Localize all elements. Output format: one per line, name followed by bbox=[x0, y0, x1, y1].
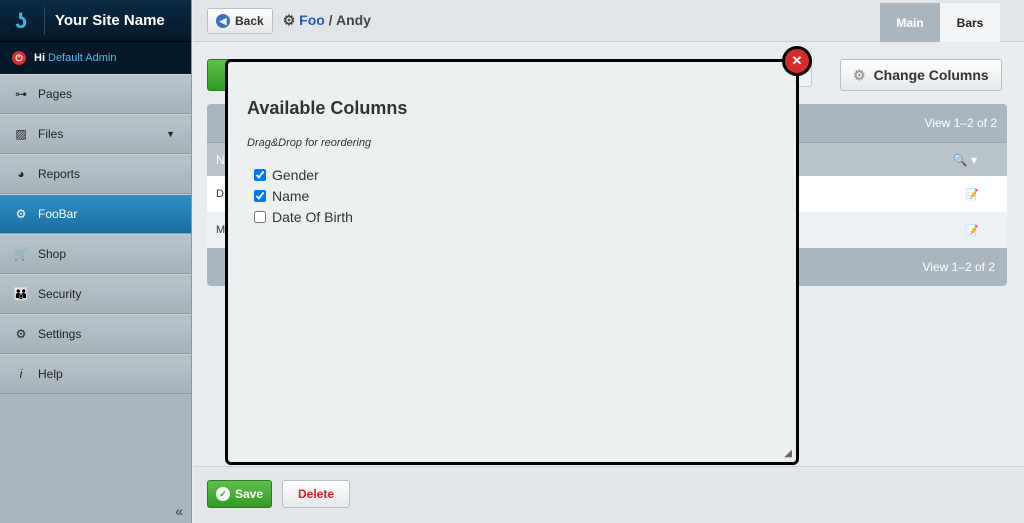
top-bar: ◀ Back ⚙ Foo / Andy Main Bars bbox=[193, 0, 1024, 42]
info-icon: i bbox=[19, 367, 23, 381]
logo-icon: ʖ bbox=[14, 7, 28, 33]
user-bar: ⏻ Hi Default Admin bbox=[0, 42, 191, 74]
gear-icon: ⚙ bbox=[15, 327, 27, 341]
column-header[interactable]: N bbox=[216, 153, 225, 167]
sidebar-item-reports[interactable]: ◕ Reports bbox=[0, 154, 191, 194]
delete-button[interactable]: Delete bbox=[282, 480, 350, 508]
edit-icon[interactable]: 📝 bbox=[965, 188, 979, 201]
user-name-link[interactable]: Default Admin bbox=[48, 52, 116, 64]
name-checkbox[interactable] bbox=[254, 190, 266, 202]
breadcrumb-foo[interactable]: Foo bbox=[299, 12, 325, 28]
view-count-bottom: View 1–2 of 2 bbox=[922, 260, 996, 274]
save-button[interactable]: ✓ Save bbox=[207, 480, 273, 508]
modal-hint: Drag&Drop for reordering bbox=[247, 137, 372, 149]
chevron-down-icon: ▼ bbox=[166, 129, 175, 139]
sidebar-item-pages[interactable]: ⊶ Pages bbox=[0, 74, 191, 114]
close-modal-button[interactable]: ✕ bbox=[782, 46, 812, 76]
sidebar-item-security[interactable]: 👪 Security bbox=[0, 274, 191, 314]
sidebar-item-foobar[interactable]: ⚙ FooBar bbox=[0, 194, 191, 234]
column-option-date-of-birth[interactable]: Date Of Birth bbox=[254, 209, 777, 225]
pie-chart-icon: ◕ bbox=[17, 167, 25, 181]
cart-icon: 🛒 bbox=[13, 247, 29, 261]
tab-main[interactable]: Main bbox=[880, 3, 940, 42]
brand[interactable]: ʖ Your Site Name bbox=[0, 0, 191, 42]
users-icon: 👪 bbox=[13, 287, 29, 301]
sidebar-item-shop[interactable]: 🛒 Shop bbox=[0, 234, 191, 274]
search-icon[interactable]: 🔍 ▾ bbox=[953, 153, 977, 167]
tab-bars[interactable]: Bars bbox=[940, 3, 1000, 42]
sidebar: ʖ Your Site Name ⏻ Hi Default Admin ⊶ Pag… bbox=[0, 0, 192, 523]
sidebar-item-files[interactable]: ▨ Files ▼ bbox=[0, 114, 191, 154]
view-count-top: View 1–2 of 2 bbox=[924, 116, 998, 130]
gear-icon: ⚙ bbox=[853, 66, 866, 83]
collapse-sidebar-button[interactable]: « bbox=[175, 503, 183, 519]
sidebar-item-settings[interactable]: ⚙ Settings bbox=[0, 314, 191, 354]
column-option-name[interactable]: Name bbox=[254, 188, 777, 204]
check-icon: ✓ bbox=[216, 487, 230, 501]
change-columns-button[interactable]: ⚙ Change Columns bbox=[840, 59, 1002, 91]
sitemap-icon: ⊶ bbox=[15, 87, 27, 101]
date-of-birth-checkbox[interactable] bbox=[254, 211, 266, 223]
power-icon[interactable]: ⏻ bbox=[12, 51, 26, 65]
breadcrumb: ⚙ Foo / Andy bbox=[282, 12, 371, 28]
resize-handle-icon[interactable]: ◢ bbox=[784, 448, 792, 459]
image-icon: ▨ bbox=[15, 127, 27, 141]
gender-checkbox[interactable] bbox=[254, 169, 266, 181]
back-button[interactable]: ◀ Back bbox=[207, 7, 273, 34]
gears-icon: ⚙ bbox=[15, 207, 27, 221]
sidebar-item-help[interactable]: i Help bbox=[0, 354, 191, 394]
column-option-gender[interactable]: Gender bbox=[254, 167, 777, 183]
modal-title: Available Columns bbox=[247, 98, 408, 118]
site-name: Your Site Name bbox=[55, 12, 165, 29]
edit-icon[interactable]: 📝 bbox=[965, 224, 979, 237]
arrow-left-icon: ◀ bbox=[216, 13, 230, 28]
columns-modal: Available Columns Drag&Drop for reorderi… bbox=[225, 59, 799, 465]
